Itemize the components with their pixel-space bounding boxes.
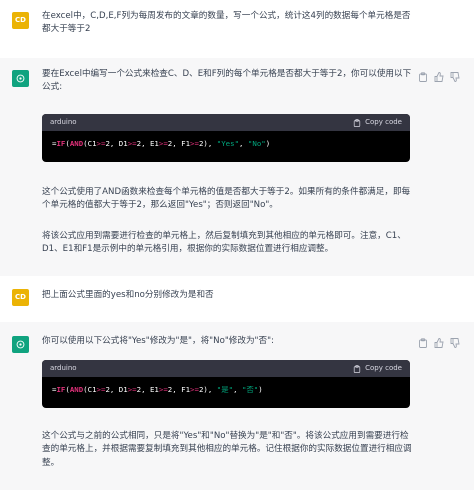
code-token: ) <box>265 139 271 148</box>
copy-code-button[interactable]: Copy code <box>353 363 402 374</box>
code-token: >= <box>158 385 168 394</box>
code-token: "Yes" <box>216 139 240 148</box>
copy-code-label: Copy code <box>365 118 402 127</box>
code-token: AND <box>69 385 84 394</box>
assistant-intro-text: 要在Excel中编写一个公式来检查C、D、E和F列的每个单元格是否都大于等于2，… <box>42 69 412 93</box>
message-actions <box>418 338 460 348</box>
code-content: =IF(AND(C1>=2, D1>=2, E1>=2, F1>=2), "Ye… <box>42 131 410 156</box>
code-token: >= <box>127 385 137 394</box>
code-content: =IF(AND(C1>=2, D1>=2, E1>=2, F1>=2), "是"… <box>42 377 410 402</box>
code-token: , D1 <box>109 385 128 394</box>
code-token: , E1 <box>141 139 159 148</box>
copy-code-label: Copy code <box>365 364 402 373</box>
code-token: (C1 <box>83 139 97 148</box>
code-block-header: arduino Copy code <box>42 114 410 131</box>
code-token: (C1 <box>83 385 97 394</box>
user-message-1: CD 在excel中，C,D,E,F列为每周发布的文章的数量，写一个公式，统计这… <box>0 0 474 58</box>
message-actions <box>418 72 460 82</box>
code-token: ) <box>258 385 263 394</box>
code-token: , E1 <box>141 385 159 394</box>
openai-logo-icon <box>16 74 25 83</box>
code-token: >= <box>190 385 199 394</box>
thumbs-down-icon[interactable] <box>450 338 460 348</box>
openai-logo-icon <box>16 340 25 349</box>
chatgpt-avatar <box>12 336 29 353</box>
code-token: ), <box>203 139 217 148</box>
chatgpt-avatar <box>12 70 29 87</box>
user-avatar: CD <box>12 12 29 29</box>
user-message-text: 把上面公式里面的yes和no分别修改为是和否 <box>42 290 214 300</box>
code-token: ), <box>203 385 217 394</box>
assistant-message-2: 你可以使用以下公式将"Yes"修改为"是"，将"No"修改为"否": ardui… <box>0 322 474 490</box>
user-avatar: CD <box>12 289 29 306</box>
thumbs-up-icon[interactable] <box>434 338 444 348</box>
code-token: , <box>239 139 248 148</box>
clipboard-icon <box>353 364 361 373</box>
code-token: >= <box>127 139 137 148</box>
user-message-2: CD 把上面公式里面的yes和no分别修改为是和否 <box>0 276 474 322</box>
code-token: >= <box>190 139 199 148</box>
code-language-label: arduino <box>50 118 77 127</box>
assistant-paragraph: 这个公式与之前的公式相同，只是将"Yes"和"No"替换为"是"和"否"。将该公… <box>42 431 412 468</box>
copy-code-button[interactable]: Copy code <box>353 117 402 128</box>
code-language-label: arduino <box>50 364 77 373</box>
code-token: "是" <box>216 385 234 394</box>
thumbs-down-icon[interactable] <box>450 72 460 82</box>
assistant-message-1: 要在Excel中编写一个公式来检查C、D、E和F列的每个单元格是否都大于等于2，… <box>0 58 474 276</box>
code-token: "否" <box>241 385 259 394</box>
clipboard-icon[interactable] <box>418 72 428 82</box>
assistant-paragraph: 这个公式使用了AND函数来检查每个单元格的值是否都大于等于2。如果所有的条件都满… <box>42 187 411 211</box>
code-block-header: arduino Copy code <box>42 360 410 377</box>
code-token: AND <box>69 139 84 148</box>
code-token: , D1 <box>109 139 128 148</box>
assistant-intro-text: 你可以使用以下公式将"Yes"修改为"是"，将"No"修改为"否": <box>42 336 274 346</box>
code-block: arduino Copy code =IF(AND(C1>=2, D1>=2, … <box>42 114 410 162</box>
code-token: >= <box>158 139 168 148</box>
code-token: , F1 <box>172 139 191 148</box>
user-message-text: 在excel中，C,D,E,F列为每周发布的文章的数量，写一个公式，统计这4列的… <box>42 11 411 35</box>
code-token: , F1 <box>172 385 191 394</box>
assistant-paragraph: 将该公式应用到需要进行检查的单元格上，然后复制填充到其他相应的单元格即可。注意，… <box>42 231 406 255</box>
clipboard-icon[interactable] <box>418 338 428 348</box>
code-block: arduino Copy code =IF(AND(C1>=2, D1>=2, … <box>42 360 410 408</box>
code-token: , <box>233 385 242 394</box>
code-token: "No" <box>247 139 266 148</box>
clipboard-icon <box>353 118 361 127</box>
thumbs-up-icon[interactable] <box>434 72 444 82</box>
